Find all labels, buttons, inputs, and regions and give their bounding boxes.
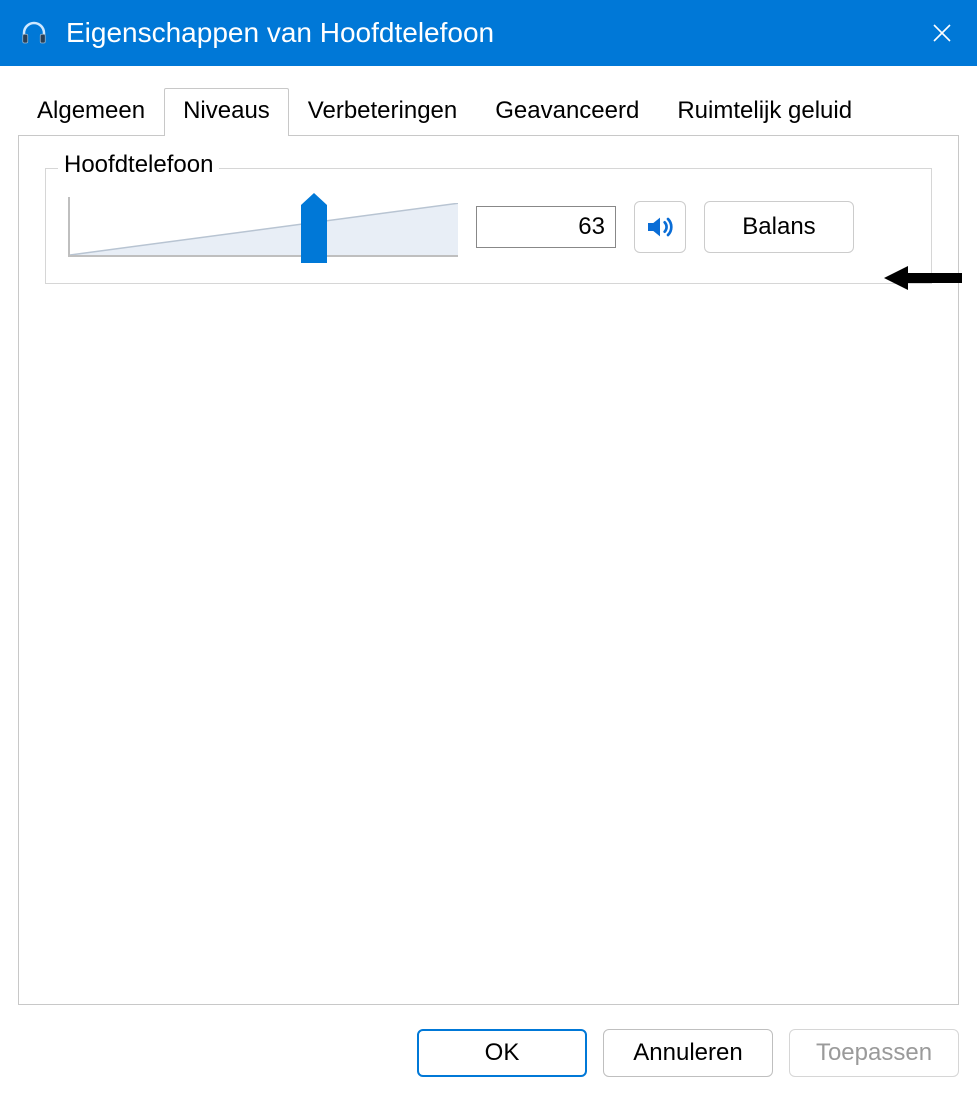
window-title: Eigenschappen van Hoofdtelefoon xyxy=(66,17,907,49)
volume-slider[interactable] xyxy=(68,197,458,257)
close-icon xyxy=(930,21,954,45)
close-button[interactable] xyxy=(907,0,977,66)
cancel-button[interactable]: Annuleren xyxy=(603,1029,773,1077)
apply-button[interactable]: Toepassen xyxy=(789,1029,959,1077)
dialog-button-row: OK Annuleren Toepassen xyxy=(0,1029,977,1095)
tab-verbeteringen[interactable]: Verbeteringen xyxy=(289,88,476,135)
titlebar: Eigenschappen van Hoofdtelefoon xyxy=(0,0,977,66)
group-title: Hoofdtelefoon xyxy=(58,151,219,179)
tab-niveaus[interactable]: Niveaus xyxy=(164,88,289,136)
tab-algemeen[interactable]: Algemeen xyxy=(18,88,164,135)
tab-bar: Algemeen Niveaus Verbeteringen Geavancee… xyxy=(18,88,959,135)
tab-geavanceerd[interactable]: Geavanceerd xyxy=(476,88,658,135)
tab-ruimtelijk-geluid[interactable]: Ruimtelijk geluid xyxy=(658,88,871,135)
mute-button[interactable] xyxy=(634,201,686,253)
group-hoofdtelefoon: Hoofdtelefoon xyxy=(45,168,932,284)
balance-button[interactable]: Balans xyxy=(704,201,854,253)
volume-slider-thumb[interactable] xyxy=(301,205,327,263)
speaker-icon xyxy=(644,211,676,243)
ok-button[interactable]: OK xyxy=(417,1029,587,1077)
tab-panel-niveaus: Hoofdtelefoon xyxy=(18,135,959,1005)
volume-value-input[interactable] xyxy=(476,206,616,248)
headphone-icon xyxy=(14,13,54,53)
